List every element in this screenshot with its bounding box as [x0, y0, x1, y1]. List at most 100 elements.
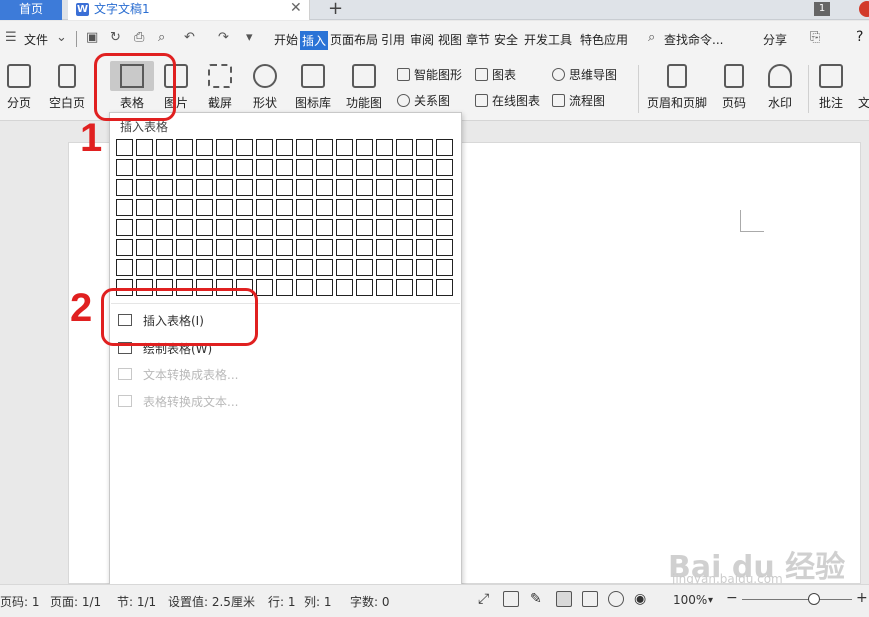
- table-grid-cell[interactable]: [356, 139, 373, 156]
- zoom-slider-track[interactable]: [742, 599, 852, 600]
- table-grid-cell[interactable]: [216, 159, 233, 176]
- table-grid-cell[interactable]: [156, 259, 173, 276]
- tab-security[interactable]: 安全: [494, 31, 518, 48]
- undo-icon[interactable]: ↶: [184, 31, 198, 45]
- table-grid-cell[interactable]: [436, 239, 453, 256]
- tab-references[interactable]: 引用: [381, 31, 405, 48]
- icon-library-button[interactable]: 图标库: [292, 64, 334, 111]
- flowchart-button[interactable]: 流程图: [552, 92, 605, 109]
- table-grid-cell[interactable]: [356, 199, 373, 216]
- table-grid-cell[interactable]: [176, 159, 193, 176]
- table-grid-cell[interactable]: [396, 199, 413, 216]
- table-grid-cell[interactable]: [316, 259, 333, 276]
- table-grid-cell[interactable]: [396, 239, 413, 256]
- table-grid-cell[interactable]: [376, 139, 393, 156]
- table-grid-cell[interactable]: [296, 219, 313, 236]
- table-grid-cell[interactable]: [196, 239, 213, 256]
- table-to-text-menu-item[interactable]: 表格转换成文本...: [118, 393, 238, 410]
- table-grid-cell[interactable]: [136, 219, 153, 236]
- table-grid-cell[interactable]: [296, 159, 313, 176]
- table-grid-cell[interactable]: [336, 159, 353, 176]
- header-footer-button[interactable]: 页眉和页脚: [645, 64, 709, 111]
- table-grid-cell[interactable]: [316, 219, 333, 236]
- save-icon[interactable]: ▣: [86, 31, 100, 45]
- status-setting[interactable]: 设置值: 2.5厘米: [168, 593, 255, 610]
- mind-map-button[interactable]: 思维导图: [552, 66, 617, 83]
- table-grid-cell[interactable]: [216, 139, 233, 156]
- table-grid-cell[interactable]: [356, 239, 373, 256]
- table-grid-cell[interactable]: [336, 219, 353, 236]
- table-grid-cell[interactable]: [416, 259, 433, 276]
- table-grid-cell[interactable]: [136, 259, 153, 276]
- table-grid-cell[interactable]: [136, 159, 153, 176]
- table-grid-cell[interactable]: [396, 139, 413, 156]
- table-grid-cell[interactable]: [156, 139, 173, 156]
- table-grid-cell[interactable]: [416, 179, 433, 196]
- fullscreen-icon[interactable]: ⤢: [478, 591, 494, 607]
- table-grid-cell[interactable]: [296, 139, 313, 156]
- table-grid-cell[interactable]: [436, 279, 453, 296]
- status-word-count[interactable]: 字数: 0: [350, 593, 390, 610]
- table-grid-cell[interactable]: [216, 259, 233, 276]
- table-grid-cell[interactable]: [256, 139, 273, 156]
- table-grid-cell[interactable]: [216, 219, 233, 236]
- table-grid-cell[interactable]: [416, 159, 433, 176]
- table-grid-cell[interactable]: [396, 279, 413, 296]
- customize-chevron-icon[interactable]: ▾: [246, 31, 260, 45]
- table-grid-cell[interactable]: [376, 279, 393, 296]
- close-tab-icon[interactable]: ✕: [290, 0, 302, 17]
- table-grid-cell[interactable]: [136, 239, 153, 256]
- table-grid-cell[interactable]: [236, 219, 253, 236]
- page-view-icon[interactable]: [556, 591, 572, 607]
- table-grid-cell[interactable]: [116, 239, 133, 256]
- table-grid-cell[interactable]: [416, 139, 433, 156]
- status-section[interactable]: 节: 1/1: [117, 593, 156, 610]
- table-grid-cell[interactable]: [296, 279, 313, 296]
- table-grid-cell[interactable]: [296, 199, 313, 216]
- table-grid-cell[interactable]: [276, 159, 293, 176]
- table-grid-cell[interactable]: [356, 159, 373, 176]
- table-grid-cell[interactable]: [196, 199, 213, 216]
- collaborate-icon[interactable]: ⎘: [810, 31, 824, 45]
- table-grid-cell[interactable]: [436, 159, 453, 176]
- table-grid-cell[interactable]: [276, 219, 293, 236]
- table-grid-cell[interactable]: [236, 239, 253, 256]
- share-button[interactable]: 分享: [763, 31, 787, 48]
- table-grid-cell[interactable]: [396, 219, 413, 236]
- table-grid-cell[interactable]: [336, 179, 353, 196]
- hamburger-menu-icon[interactable]: ☰: [5, 31, 19, 45]
- shapes-button[interactable]: 形状: [247, 64, 283, 111]
- smart-shape-button[interactable]: 智能图形: [397, 66, 462, 83]
- table-grid-cell[interactable]: [116, 199, 133, 216]
- table-grid-cell[interactable]: [416, 199, 433, 216]
- table-grid-cell[interactable]: [196, 179, 213, 196]
- tab-home[interactable]: 首页: [0, 0, 62, 20]
- table-grid-cell[interactable]: [416, 219, 433, 236]
- table-grid-cell[interactable]: [436, 179, 453, 196]
- table-grid-cell[interactable]: [236, 139, 253, 156]
- table-grid-cell[interactable]: [416, 279, 433, 296]
- avatar[interactable]: [859, 1, 869, 17]
- table-grid-cell[interactable]: [296, 239, 313, 256]
- table-grid-cell[interactable]: [156, 159, 173, 176]
- table-grid-cell[interactable]: [376, 259, 393, 276]
- zoom-level[interactable]: 100%: [673, 593, 707, 607]
- table-grid-cell[interactable]: [236, 199, 253, 216]
- table-grid-cell[interactable]: [176, 139, 193, 156]
- tab-view[interactable]: 视图: [438, 31, 462, 48]
- table-grid-cell[interactable]: [196, 259, 213, 276]
- page-number-button[interactable]: 页码: [716, 64, 752, 111]
- table-grid-cell[interactable]: [276, 259, 293, 276]
- table-grid-cell[interactable]: [256, 179, 273, 196]
- table-grid-cell[interactable]: [316, 159, 333, 176]
- tab-insert[interactable]: 插入: [300, 31, 329, 50]
- table-grid-cell[interactable]: [236, 159, 253, 176]
- print-preview-icon[interactable]: ⌕: [158, 31, 172, 45]
- table-grid-cell[interactable]: [336, 279, 353, 296]
- chart-button[interactable]: 图表: [475, 66, 516, 83]
- tab-special-apps[interactable]: 特色应用: [580, 31, 628, 48]
- table-grid-cell[interactable]: [116, 219, 133, 236]
- table-grid-cell[interactable]: [376, 219, 393, 236]
- tab-start[interactable]: 开始: [274, 31, 298, 48]
- edit-pen-icon[interactable]: ✎: [530, 591, 546, 607]
